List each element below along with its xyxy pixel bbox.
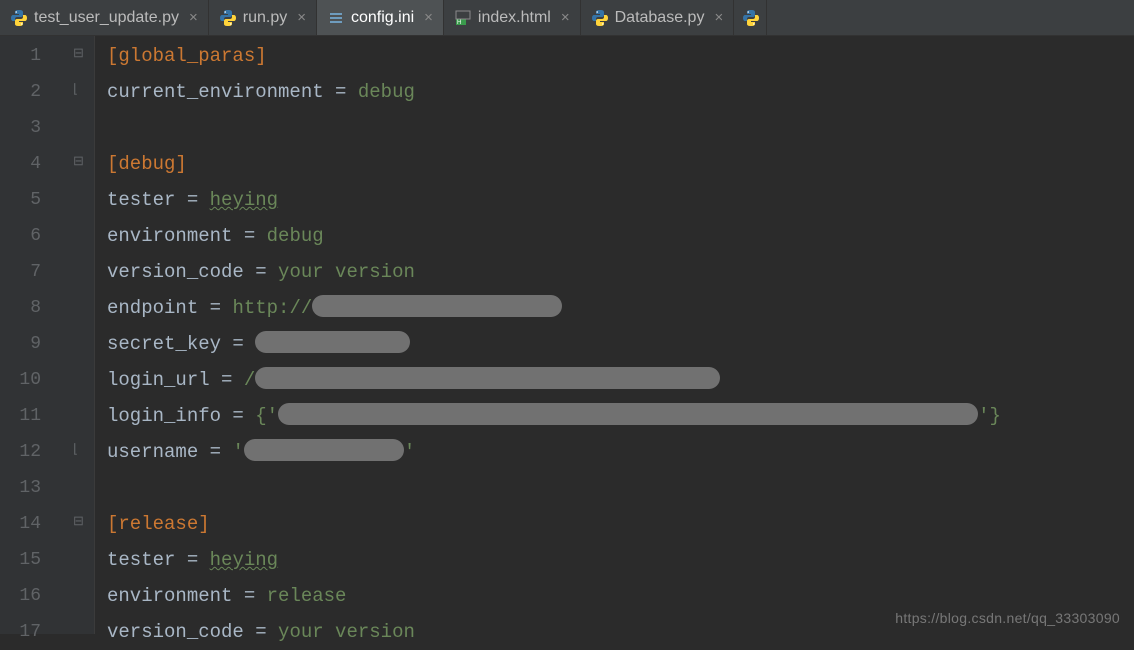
redacted-value — [255, 331, 410, 353]
section-header: [release] — [107, 513, 210, 535]
tab-test-user-update[interactable]: test_user_update.py × — [0, 0, 209, 35]
section-header: [debug] — [107, 153, 187, 175]
line-number-gutter: 1 2 3 4 5 6 7 8 9 10 11 12 13 14 15 16 1… — [0, 36, 55, 634]
python-file-icon — [10, 9, 28, 27]
close-icon[interactable]: × — [189, 9, 198, 26]
tab-label: Database.py — [615, 9, 705, 27]
redacted-value — [278, 403, 978, 425]
line-number: 16 — [0, 578, 41, 614]
tab-label: index.html — [478, 9, 551, 27]
line-number: 1 — [0, 38, 41, 74]
close-icon[interactable]: × — [561, 9, 570, 26]
html-file-icon: H — [454, 9, 472, 27]
fold-toggle-icon[interactable]: ⊟ — [73, 36, 84, 72]
redacted-value — [244, 439, 404, 461]
fold-end-icon: ⌊ — [73, 72, 78, 108]
line-number: 10 — [0, 362, 41, 398]
line-number: 8 — [0, 290, 41, 326]
line-number: 15 — [0, 542, 41, 578]
line-number: 6 — [0, 218, 41, 254]
close-icon[interactable]: × — [714, 9, 723, 26]
close-icon[interactable]: × — [297, 9, 306, 26]
redacted-value — [255, 367, 720, 389]
line-number: 9 — [0, 326, 41, 362]
fold-toggle-icon[interactable]: ⊟ — [73, 144, 84, 180]
fold-end-icon: ⌊ — [73, 432, 78, 468]
fold-gutter: ⊟ ⌊ ⊟ ⌊ ⊟ — [55, 36, 95, 634]
ini-file-icon — [327, 9, 345, 27]
python-file-icon — [219, 9, 237, 27]
tab-database[interactable]: Database.py × — [581, 0, 735, 35]
line-number: 14 — [0, 506, 41, 542]
tab-label: test_user_update.py — [34, 9, 179, 27]
python-file-icon — [742, 9, 760, 27]
code-area[interactable]: [global_paras] current_environment = deb… — [95, 36, 1134, 634]
line-number: 12 — [0, 434, 41, 470]
watermark-text: https://blog.csdn.net/qq_33303090 — [895, 610, 1120, 626]
tab-index-html[interactable]: H index.html × — [444, 0, 581, 35]
tab-label: config.ini — [351, 9, 414, 27]
line-number: 4 — [0, 146, 41, 182]
line-number: 5 — [0, 182, 41, 218]
line-number: 7 — [0, 254, 41, 290]
tab-label: run.py — [243, 9, 287, 27]
close-icon[interactable]: × — [424, 9, 433, 26]
tab-overflow[interactable] — [734, 0, 767, 35]
line-number: 2 — [0, 74, 41, 110]
line-number: 3 — [0, 110, 41, 146]
fold-toggle-icon[interactable]: ⊟ — [73, 504, 84, 540]
python-file-icon — [591, 9, 609, 27]
tab-run[interactable]: run.py × — [209, 0, 317, 35]
section-header: [global_paras] — [107, 45, 267, 67]
svg-text:H: H — [457, 20, 461, 26]
line-number: 17 — [0, 614, 41, 650]
line-number: 13 — [0, 470, 41, 506]
tab-bar: test_user_update.py × run.py × config.in… — [0, 0, 1134, 36]
redacted-value — [312, 295, 562, 317]
editor: 1 2 3 4 5 6 7 8 9 10 11 12 13 14 15 16 1… — [0, 36, 1134, 634]
tab-config-ini[interactable]: config.ini × — [317, 0, 444, 35]
line-number: 11 — [0, 398, 41, 434]
